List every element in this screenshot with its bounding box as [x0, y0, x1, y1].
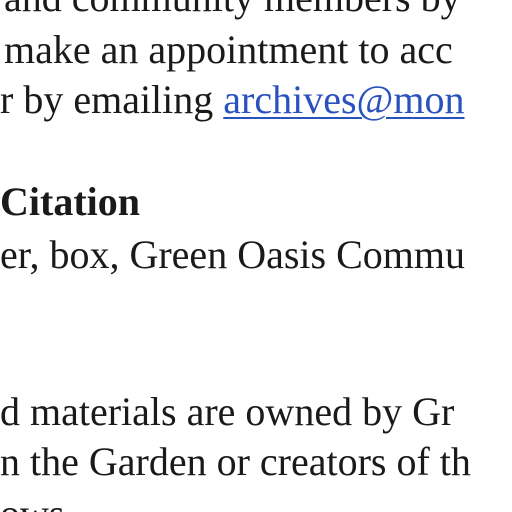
email-link[interactable]: archives@mon — [223, 77, 464, 122]
body-text-line: d materials are owned by Gr — [0, 389, 455, 434]
body-text-line: n the Garden or creators of th — [0, 439, 471, 484]
body-text-line: er, box, Green Oasis Commu — [0, 232, 465, 277]
body-text-line: and community members by — [4, 0, 461, 18]
document-page: and community members by make an appoint… — [0, 0, 512, 512]
body-text-line-with-email: r by emailing archives@mon — [0, 80, 465, 120]
section-heading-citation: Citation — [0, 179, 140, 224]
body-text-line: ows — [0, 494, 64, 512]
body-text-line: make an appointment to acc — [4, 27, 453, 72]
body-text-fragment: r by emailing — [0, 77, 224, 122]
